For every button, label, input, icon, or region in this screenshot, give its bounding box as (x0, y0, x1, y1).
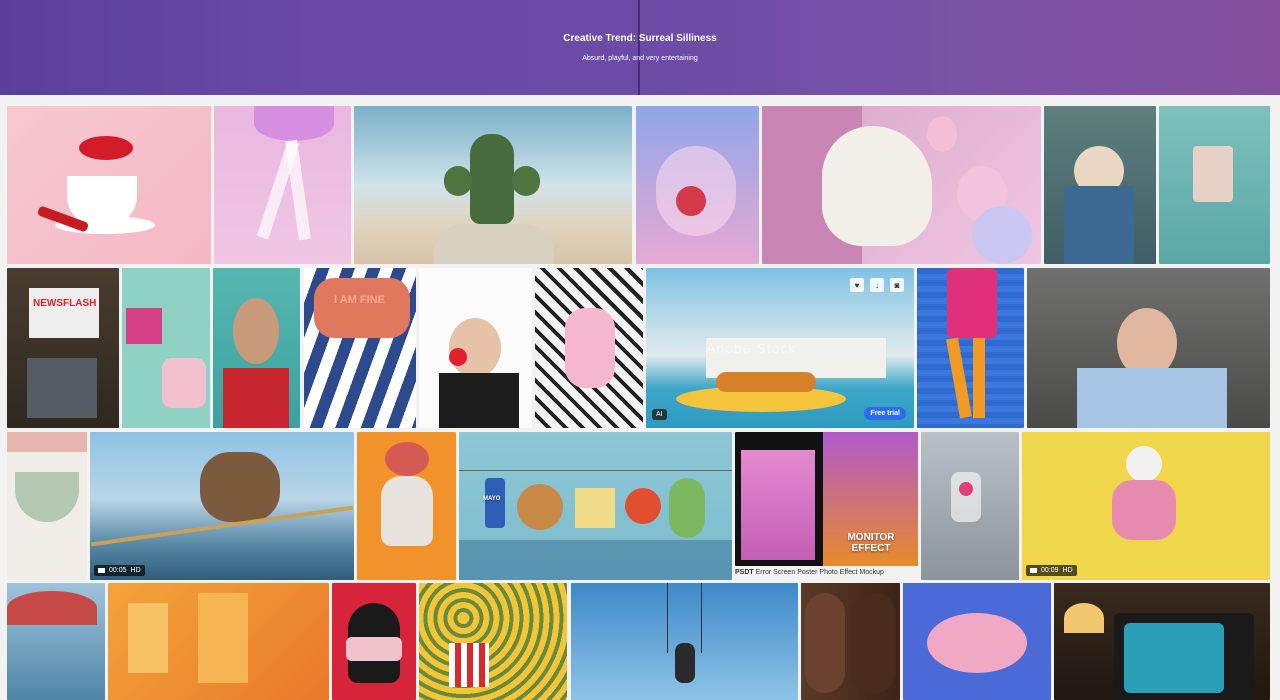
hero-banner: Creative Trend: Surreal Silliness Absurd… (0, 0, 1280, 95)
image-tile-monitor-effect[interactable]: MONITOR EFFECT (735, 432, 918, 566)
image-tile-popcorn-flowers[interactable] (419, 583, 567, 700)
video-camera-icon (98, 568, 105, 573)
image-tile-smiling-faces[interactable] (801, 583, 900, 700)
image-tile-lips-cup[interactable] (7, 106, 211, 264)
image-tile-pink-coat[interactable] (917, 268, 1024, 428)
image-tile-clothesline[interactable]: MAYO (459, 432, 732, 580)
free-trial-badge[interactable]: Free trial (864, 407, 906, 420)
hero-subtitle: Absurd, playful, and very entertaining (582, 55, 698, 62)
image-tile-aquarium-tv[interactable] (1054, 583, 1270, 700)
video-quality: HD (130, 567, 141, 574)
ai-badge: AI (652, 409, 667, 420)
hero-divider (638, 0, 640, 95)
video-camera-icon (1030, 568, 1037, 573)
newsflash-text: NEWSFLASH (33, 298, 97, 309)
image-tile-camera-woman[interactable] (213, 268, 300, 428)
image-tile-cat-doll[interactable]: 00:09 HD (1022, 432, 1270, 580)
image-tile-polar-bear-car[interactable] (762, 106, 1041, 264)
i-am-fine-text: I AM FINE (334, 294, 385, 306)
camera-icon[interactable]: ◙ (890, 278, 904, 292)
psdt-caption[interactable]: PSDT Error Screen Poster Photo Effect Mo… (735, 566, 918, 580)
image-tile-brain-bust[interactable] (357, 432, 456, 580)
image-tile-beach-umbrella[interactable] (7, 583, 105, 700)
monitor-effect-text: MONITOR EFFECT (847, 532, 895, 554)
image-tile-glass-legs[interactable] (214, 106, 351, 264)
video-badge-1: 00:05 HD (94, 565, 145, 576)
image-tile-flower-jar[interactable] (921, 432, 1019, 580)
download-icon[interactable]: ↓ (870, 278, 884, 292)
image-tile-retro-tv-girl[interactable] (122, 268, 210, 428)
image-tile-laughing-woman[interactable] (1027, 268, 1270, 428)
image-tile-cereal-bowl[interactable] (7, 432, 87, 580)
psdt-type: PSDT (735, 569, 754, 576)
image-tile-lollipop-woman[interactable] (419, 268, 532, 428)
video-duration: 00:05 (109, 567, 127, 574)
stock-watermark: Adobe Stock (706, 340, 797, 356)
image-tile-crystal-dog[interactable] (636, 106, 759, 264)
image-tile-i-am-fine[interactable]: I AM FINE (304, 268, 416, 428)
tile-actions: ♥ ↓ ◙ (850, 278, 904, 292)
image-tile-pink-lips[interactable] (903, 583, 1051, 700)
image-tile-compact-hand[interactable] (1159, 106, 1270, 264)
video-badge-2: 00:09 HD (1026, 565, 1077, 576)
image-tile-swing-sky[interactable] (571, 583, 798, 700)
mayo-text: MAYO (483, 496, 501, 502)
image-tile-newsflash[interactable]: NEWSFLASH (7, 268, 119, 428)
hero-title: Creative Trend: Surreal Silliness (563, 33, 717, 44)
image-tile-zebra-couple[interactable] (535, 268, 643, 428)
image-tile-orange-stairs[interactable] (108, 583, 329, 700)
image-tile-elephant-rope[interactable]: 00:05 HD (90, 432, 354, 580)
heart-icon[interactable]: ♥ (850, 278, 864, 292)
image-tile-camera-face[interactable] (332, 583, 416, 700)
image-tile-tiger-pool[interactable]: Adobe Stock ♥ ↓ ◙ AI Free trial (646, 268, 914, 428)
image-tile-retro-computer[interactable] (1044, 106, 1156, 264)
psdt-title: Error Screen Poster Photo Effect Mockup (755, 569, 884, 576)
image-tile-cactus-head[interactable] (354, 106, 632, 264)
video-duration: 00:09 (1041, 567, 1059, 574)
video-quality: HD (1062, 567, 1073, 574)
